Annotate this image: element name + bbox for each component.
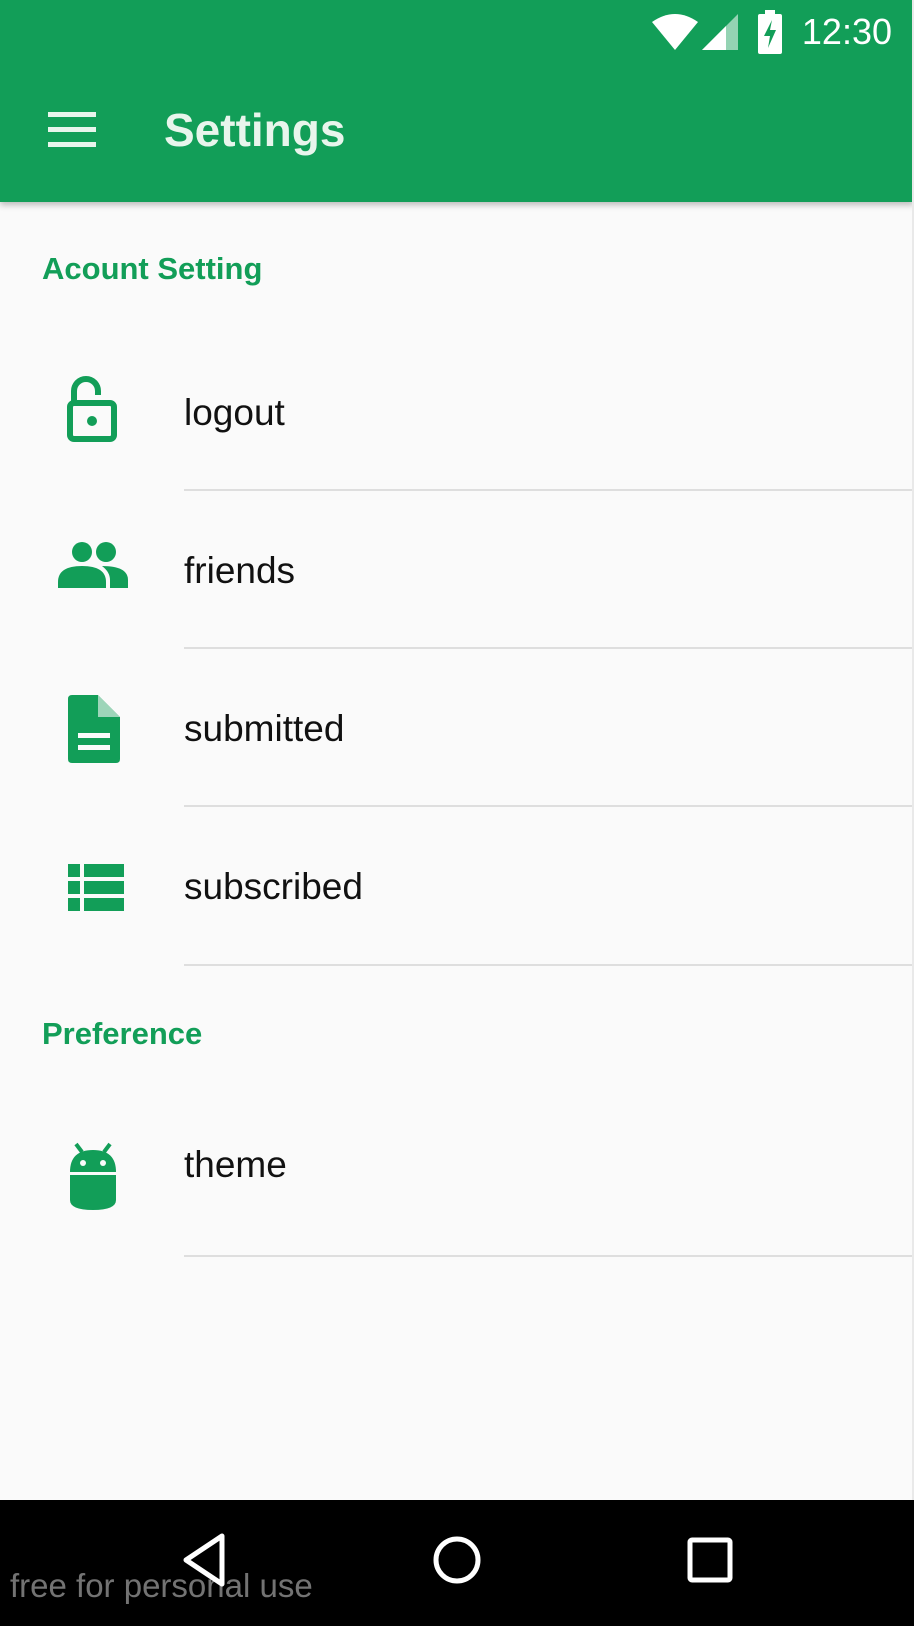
battery-charging-icon [758, 10, 782, 54]
status-bar: 12:30 [0, 0, 914, 64]
watermark-text: free for personal use [10, 1567, 313, 1604]
document-icon [68, 695, 120, 763]
app-window: 12:30 Settings Acount Setting logout fri… [0, 0, 914, 1626]
divider [184, 805, 914, 807]
pref-item-friends[interactable]: friends [0, 492, 914, 650]
status-time: 12:30 [801, 11, 892, 52]
people-icon [58, 542, 128, 588]
signal-icon [702, 14, 738, 50]
section-header-account: Acount Setting [42, 251, 263, 286]
pref-item-label: subscribed [184, 866, 363, 907]
pref-item-subscribed[interactable]: subscribed [0, 808, 914, 966]
lock-open-icon [67, 376, 117, 442]
page-title: Settings [164, 104, 346, 156]
section-header-preference: Preference [42, 1016, 203, 1051]
list-icon [68, 864, 124, 911]
toolbar: Settings [0, 64, 914, 202]
wifi-icon [652, 14, 698, 50]
screen: 12:30 Settings Acount Setting logout fri… [0, 0, 914, 1626]
pref-item-label: submitted [184, 708, 345, 749]
recents-icon[interactable] [680, 1530, 740, 1590]
pref-item-submitted[interactable]: submitted [0, 650, 914, 808]
pref-item-theme[interactable]: theme [0, 1098, 914, 1256]
divider [184, 647, 914, 649]
pref-item-logout[interactable]: logout [0, 334, 914, 492]
pref-item-label: friends [184, 550, 296, 591]
divider [184, 489, 914, 491]
app-bar: 12:30 Settings [0, 0, 914, 202]
divider [184, 1255, 914, 1257]
pref-item-label: theme [184, 1144, 287, 1185]
android-icon [70, 1142, 116, 1210]
divider [184, 964, 914, 966]
pref-item-label: logout [184, 392, 285, 433]
menu-icon[interactable] [48, 110, 96, 150]
home-icon[interactable] [427, 1530, 487, 1590]
